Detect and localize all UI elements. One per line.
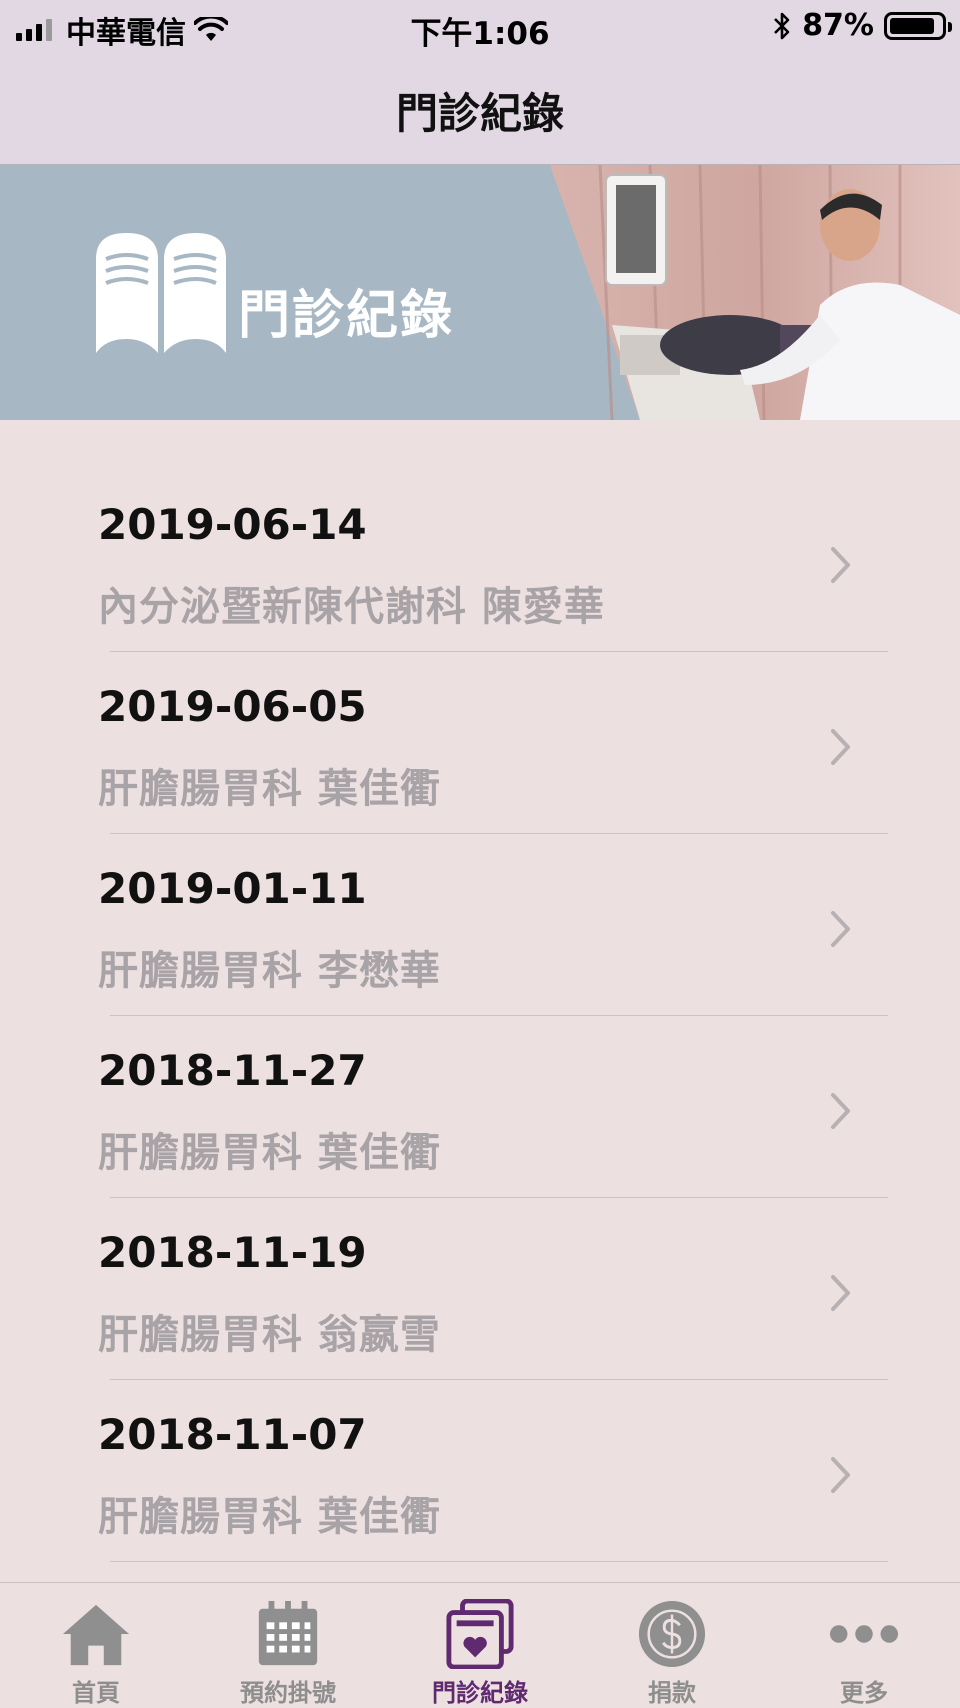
header-banner: 門診紀錄 — [0, 165, 960, 420]
list-item[interactable]: 2019-01-11 肝膽腸胃科 李懋華 — [0, 834, 960, 1016]
battery-icon — [884, 11, 952, 40]
tab-home[interactable]: 首頁 — [0, 1583, 192, 1708]
calendar-icon — [258, 1600, 318, 1666]
chevron-right-icon — [831, 1275, 850, 1311]
record-date: 2019-01-11 — [98, 864, 367, 913]
navigation-bar: 門診紀錄 — [0, 52, 960, 165]
record-department-doctor: 肝膽腸胃科 李懋華 — [98, 948, 441, 994]
record-department-doctor: 肝膽腸胃科 葉佳衢 — [98, 1130, 441, 1176]
record-department-doctor: 肝膽腸胃科 葉佳衢 — [98, 766, 441, 812]
list-item[interactable]: 2018-11-27 肝膽腸胃科 葉佳衢 — [0, 1016, 960, 1198]
tab-label: 捐款 — [648, 1679, 696, 1707]
banner-title: 門診紀錄 — [238, 286, 455, 346]
chevron-right-icon — [831, 1093, 850, 1129]
chevron-right-icon — [831, 911, 850, 947]
record-date: 2019-06-14 — [98, 500, 367, 549]
bluetooth-icon — [774, 12, 790, 39]
home-icon — [62, 1604, 130, 1666]
page-title: 門診紀錄 — [395, 89, 564, 138]
more-icon — [829, 1625, 899, 1643]
tab-appointment[interactable]: 預約掛號 — [192, 1583, 384, 1708]
list-item[interactable]: 2018-11-07 肝膽腸胃科 葉佳衢 — [0, 1380, 960, 1562]
record-department-doctor: 肝膽腸胃科 葉佳衢 — [98, 1494, 441, 1540]
tab-medical-records[interactable]: 門診紀錄 — [384, 1583, 576, 1708]
chevron-right-icon — [831, 729, 850, 765]
list-item[interactable]: 2019-06-05 肝膽腸胃科 葉佳衢 — [0, 652, 960, 834]
tab-more[interactable]: 更多 — [768, 1583, 960, 1708]
record-department-doctor: 肝膽腸胃科 翁嬴雪 — [98, 1312, 441, 1358]
chevron-right-icon — [831, 1457, 850, 1493]
screen: 中華電信 下午1:06 87% 門診紀錄 門診紀錄 2019-06-14 內分泌… — [0, 0, 960, 1708]
tab-label: 首頁 — [72, 1679, 120, 1707]
divider — [110, 1561, 888, 1562]
medical-record-icon — [446, 1599, 514, 1669]
tab-label: 更多 — [840, 1679, 888, 1707]
record-date: 2018-11-19 — [98, 1228, 367, 1277]
list-item[interactable]: 2019-06-14 內分泌暨新陳代謝科 陳愛華 — [0, 420, 960, 652]
battery-percent: 87% — [802, 8, 874, 43]
dollar-icon — [638, 1600, 706, 1668]
tab-label: 預約掛號 — [240, 1679, 336, 1707]
chevron-right-icon — [831, 547, 850, 583]
record-date: 2018-11-27 — [98, 1046, 367, 1095]
list-item[interactable]: 2018-11-19 肝膽腸胃科 翁嬴雪 — [0, 1198, 960, 1380]
tab-label: 門診紀錄 — [432, 1679, 528, 1707]
record-date: 2018-11-07 — [98, 1410, 367, 1459]
record-department-doctor: 內分泌暨新陳代謝科 陳愛華 — [98, 584, 605, 630]
open-book-icon — [96, 233, 226, 353]
status-bar: 中華電信 下午1:06 87% — [0, 0, 960, 52]
tab-donation[interactable]: 捐款 — [576, 1583, 768, 1708]
status-right: 87% — [772, 8, 952, 43]
record-date: 2019-06-05 — [98, 682, 367, 731]
tab-bar: 首頁 預約掛號 門診紀錄 捐款 更多 — [0, 1582, 960, 1708]
record-list: 2019-06-14 內分泌暨新陳代謝科 陳愛華 2019-06-05 肝膽腸胃… — [0, 420, 960, 1562]
